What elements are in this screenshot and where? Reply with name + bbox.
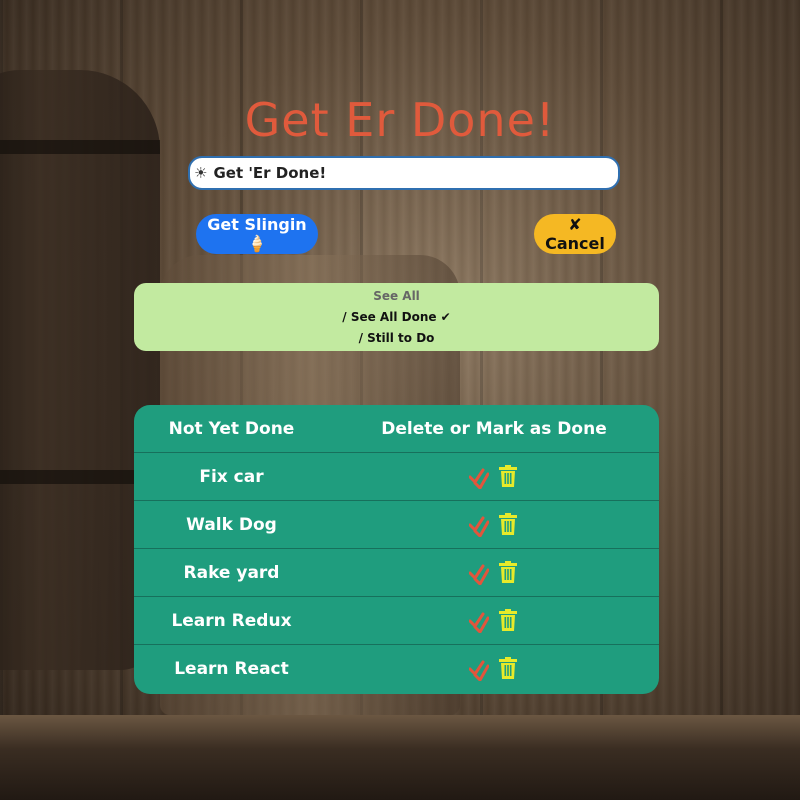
task-actions: [329, 608, 659, 633]
sun-icon: ☀: [194, 164, 208, 182]
todo-input[interactable]: [211, 163, 596, 183]
trash-icon[interactable]: [499, 608, 519, 633]
table-row: Learn React: [134, 645, 659, 693]
table-header-row: Not Yet Done Delete or Mark as Done: [134, 405, 659, 453]
cancel-button[interactable]: ✘ Cancel: [534, 214, 616, 254]
task-actions: [329, 560, 659, 585]
task-label: Fix car: [199, 466, 264, 487]
task-label: Walk Dog: [186, 514, 277, 535]
background-shelf: [0, 715, 800, 800]
trash-icon[interactable]: [499, 560, 519, 585]
table-row: Fix car: [134, 453, 659, 501]
todo-table: Not Yet Done Delete or Mark as Done Fix …: [134, 405, 659, 694]
column-header-actions: Delete or Mark as Done: [381, 418, 607, 439]
filter-still-to-do[interactable]: / Still to Do: [359, 328, 435, 349]
submit-button[interactable]: Get Slingin 🍦: [196, 214, 318, 254]
double-check-icon[interactable]: [469, 561, 489, 585]
trash-icon[interactable]: [499, 512, 519, 537]
task-label: Learn Redux: [171, 610, 292, 631]
filter-see-done[interactable]: / See All Done ✔: [342, 307, 450, 328]
task-label: Rake yard: [183, 562, 280, 583]
task-actions: [329, 657, 659, 681]
table-row: Rake yard: [134, 549, 659, 597]
column-header-task: Not Yet Done: [168, 418, 295, 439]
filter-see-all[interactable]: See All: [373, 286, 420, 307]
table-row: Learn Redux: [134, 597, 659, 645]
todo-input-wrapper[interactable]: ☀: [188, 156, 620, 190]
double-check-icon[interactable]: [469, 609, 489, 633]
filter-panel: See All / See All Done ✔ / Still to Do: [134, 283, 659, 351]
double-check-icon[interactable]: [469, 513, 489, 537]
double-check-icon[interactable]: [469, 657, 489, 681]
double-check-icon[interactable]: [469, 465, 489, 489]
trash-icon[interactable]: [499, 464, 519, 489]
task-actions: [329, 464, 659, 489]
trash-icon[interactable]: [499, 657, 519, 681]
table-row: Walk Dog: [134, 501, 659, 549]
page-title: Get Er Done!: [244, 92, 556, 147]
task-label: Learn React: [174, 659, 289, 679]
task-actions: [329, 512, 659, 537]
